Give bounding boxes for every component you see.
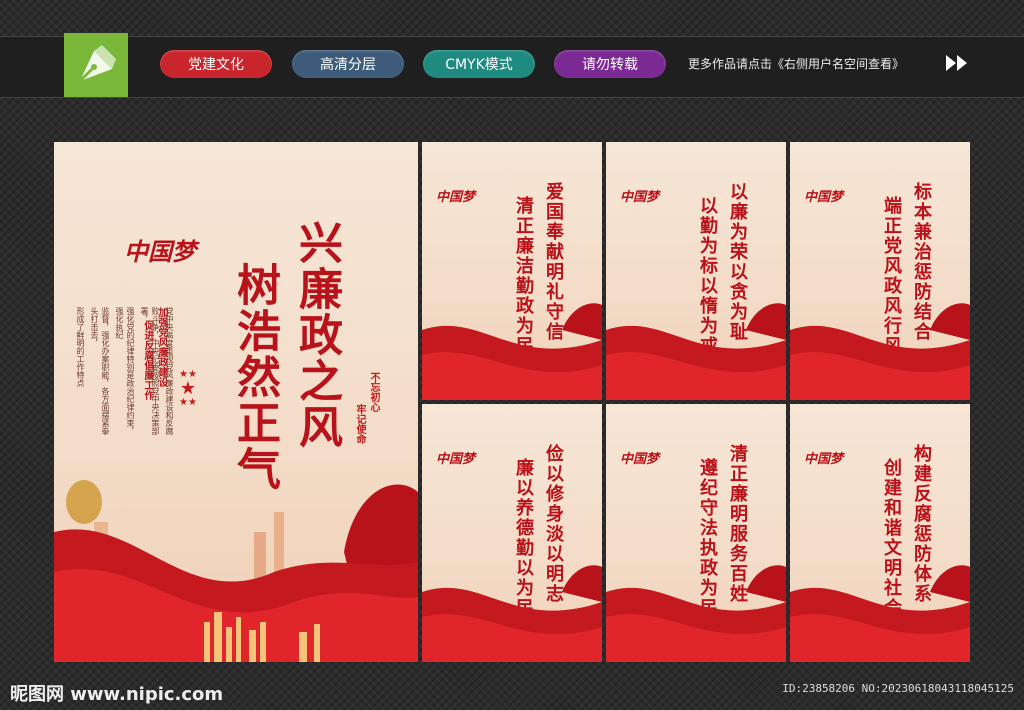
red-flag-wave-skyline bbox=[54, 480, 418, 662]
tag-cmyk-button[interactable]: CMYK模式 bbox=[423, 50, 535, 78]
poster-3: 中国梦 标本兼治惩防结合 端正党风政风行风 bbox=[790, 142, 970, 400]
poster-5: 中国梦 清正廉明服务百姓 遵纪守法执政为民 bbox=[606, 404, 786, 662]
poster-1: 中国梦 爱国奉献明礼守信 清正廉洁勤政为民 bbox=[422, 142, 602, 400]
tag-no-repost-button[interactable]: 请勿转载 bbox=[554, 50, 666, 78]
slogan-1: 不忘初心 bbox=[368, 372, 379, 412]
site-watermark: 昵图网 www.nipic.com bbox=[10, 684, 224, 705]
poster-4: 中国梦 俭以修身淡以明志 廉以养德勤以为民 bbox=[422, 404, 602, 662]
main-title-line2: 树浩然正气 bbox=[229, 262, 280, 492]
main-poster: 中国梦 兴廉政之风 树浩然正气 加强党风廉政建设 促进反腐倡廉工作 党中央高度重… bbox=[54, 142, 418, 662]
image-id-text: ID:23858206 NO:20230618043118045125 bbox=[782, 682, 1014, 695]
slogan-2: 牢记使命 bbox=[354, 404, 365, 444]
pen-nib-icon bbox=[78, 45, 116, 83]
tag-party-culture-button[interactable]: 党建文化 bbox=[160, 50, 272, 78]
double-arrow-icon[interactable] bbox=[944, 53, 970, 73]
site-logo[interactable] bbox=[64, 33, 128, 97]
china-dream-brand: 中国梦 bbox=[124, 237, 196, 266]
poster-2: 中国梦 以廉为荣以贪为耻 以勤为标以惰为戒 bbox=[606, 142, 786, 400]
star-decoration: ★★ ★ ★★ bbox=[179, 369, 197, 408]
tag-hd-layers-button[interactable]: 高清分层 bbox=[292, 50, 404, 78]
main-body-text: 党中央高度重视党风廉政建设和反腐 败斗争，中央纪委按照党中央决策部署， 强化党的… bbox=[76, 307, 174, 435]
more-works-link[interactable]: 更多作品请点击《右侧用户名空间查看》 bbox=[688, 55, 904, 72]
poster-6: 中国梦 构建反腐惩防体系 创建和谐文明社会 bbox=[790, 404, 970, 662]
main-title-line1: 兴廉政之风 bbox=[291, 220, 342, 450]
